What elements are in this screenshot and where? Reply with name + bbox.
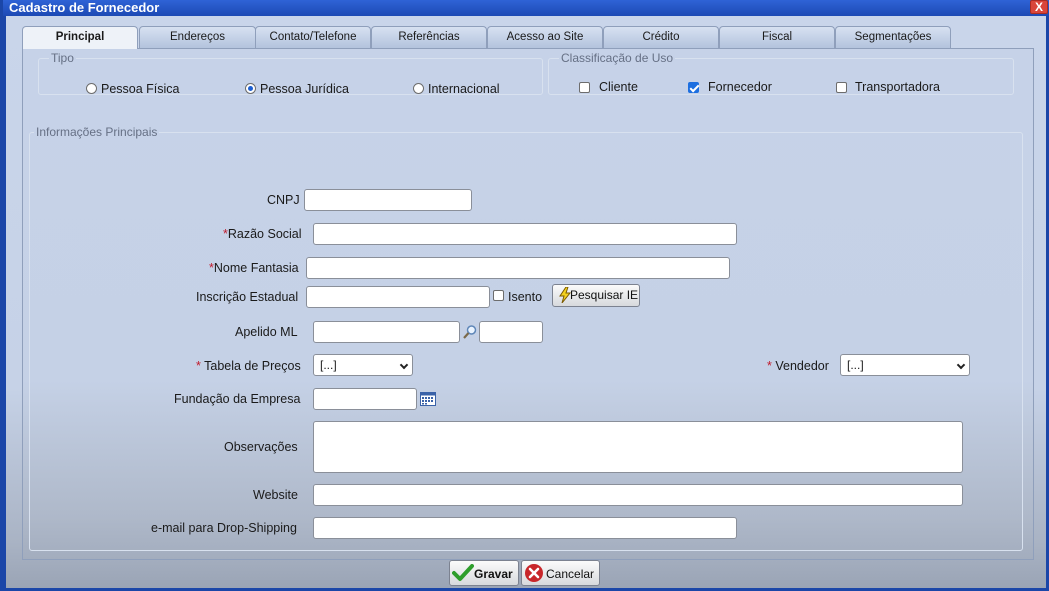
website-input[interactable] xyxy=(313,484,963,506)
tab-acesso-ao-site[interactable]: Acesso ao Site xyxy=(487,26,603,48)
radio-internacional[interactable] xyxy=(413,83,424,94)
razao-social-label: *Razão Social xyxy=(223,227,302,241)
website-label: Website xyxy=(253,488,298,502)
tab-principal[interactable]: Principal xyxy=(22,26,138,49)
checkmark-icon xyxy=(452,564,474,581)
dialog-body: Principal Endereços Contato/Telefone Ref… xyxy=(6,16,1046,588)
email-drop-shipping-input[interactable] xyxy=(313,517,737,539)
vendedor-select[interactable]: [...] xyxy=(840,354,970,376)
tab-segmentacoes[interactable]: Segmentações xyxy=(835,26,951,48)
inscricao-estadual-input[interactable] xyxy=(306,286,490,308)
checkbox-cliente[interactable] xyxy=(579,82,590,93)
gravar-button[interactable]: Gravar xyxy=(449,560,519,586)
checkbox-transportadora[interactable] xyxy=(836,82,847,93)
razao-social-input[interactable] xyxy=(313,223,737,245)
cancel-icon xyxy=(525,564,543,582)
chevron-down-icon xyxy=(399,360,409,370)
tab-enderecos[interactable]: Endereços xyxy=(139,26,256,48)
title-bar: Cadastro de Fornecedor X xyxy=(3,0,1049,16)
gravar-label: Gravar xyxy=(474,567,513,581)
vendedor-label: * Vendedor xyxy=(767,359,829,373)
nome-fantasia-label: *Nome Fantasia xyxy=(209,261,299,275)
tab-referencias[interactable]: Referências xyxy=(371,26,487,48)
observacoes-textarea[interactable] xyxy=(313,421,963,473)
radio-pessoa-fisica[interactable] xyxy=(86,83,97,94)
checkbox-fornecedor[interactable] xyxy=(688,82,699,93)
tipo-group: Tipo Pessoa Física Pessoa Jurídica Inter… xyxy=(38,51,543,96)
vendedor-value: [...] xyxy=(847,358,864,372)
tabela-precos-label: * Tabela de Preços xyxy=(196,359,301,373)
close-button[interactable]: X xyxy=(1030,0,1048,14)
pessoa-fisica-label: Pessoa Física xyxy=(101,82,180,96)
tabela-precos-value: [...] xyxy=(320,358,337,372)
nome-fantasia-input[interactable] xyxy=(306,257,730,279)
apelido-ml-code-input[interactable] xyxy=(479,321,543,343)
classificacao-legend: Classificação de Uso xyxy=(561,51,674,65)
transportadora-label: Transportadora xyxy=(855,80,940,94)
search-icon[interactable] xyxy=(462,324,478,340)
cnpj-label: CNPJ xyxy=(267,193,300,207)
checkbox-isento[interactable] xyxy=(493,290,504,301)
calendar-icon[interactable] xyxy=(420,392,436,406)
tabela-precos-select[interactable]: [...] xyxy=(313,354,413,376)
observacoes-label: Observações xyxy=(224,440,298,454)
cancelar-label: Cancelar xyxy=(546,567,595,581)
pesquisar-ie-label: Pesquisar IE xyxy=(570,288,639,302)
tab-credito[interactable]: Crédito xyxy=(603,26,719,48)
fundacao-empresa-input[interactable] xyxy=(313,388,417,410)
inscricao-estadual-label: Inscrição Estadual xyxy=(196,290,299,304)
isento-label: Isento xyxy=(508,290,543,304)
window-title: Cadastro de Fornecedor xyxy=(9,0,160,15)
cnpj-input[interactable] xyxy=(304,189,472,211)
informacoes-principais-legend: Informações Principais xyxy=(36,125,158,139)
fornecedor-label: Fornecedor xyxy=(708,80,772,94)
internacional-label: Internacional xyxy=(428,82,500,96)
chevron-down-icon xyxy=(956,360,966,370)
classificacao-group: Classificação de Uso Cliente Fornecedor … xyxy=(548,51,1014,95)
dialog-window: Cadastro de Fornecedor X Principal Ender… xyxy=(0,0,1049,591)
cliente-label: Cliente xyxy=(599,80,638,94)
apelido-ml-input[interactable] xyxy=(313,321,460,343)
cancelar-button[interactable]: Cancelar xyxy=(521,560,600,586)
email-drop-shipping-label: e-mail para Drop-Shipping xyxy=(151,521,297,535)
tab-contato-telefone[interactable]: Contato/Telefone xyxy=(255,26,371,48)
fundacao-empresa-label: Fundação da Empresa xyxy=(174,392,301,406)
tipo-legend: Tipo xyxy=(51,51,74,65)
pessoa-juridica-label: Pessoa Jurídica xyxy=(260,82,349,96)
apelido-ml-label: Apelido ML xyxy=(235,325,298,339)
pesquisar-ie-button[interactable]: Pesquisar IE xyxy=(552,284,640,307)
radio-pessoa-juridica[interactable] xyxy=(245,83,256,94)
tab-fiscal[interactable]: Fiscal xyxy=(719,26,835,48)
tab-panel-principal: Tipo Pessoa Física Pessoa Jurídica Inter… xyxy=(22,48,1034,560)
